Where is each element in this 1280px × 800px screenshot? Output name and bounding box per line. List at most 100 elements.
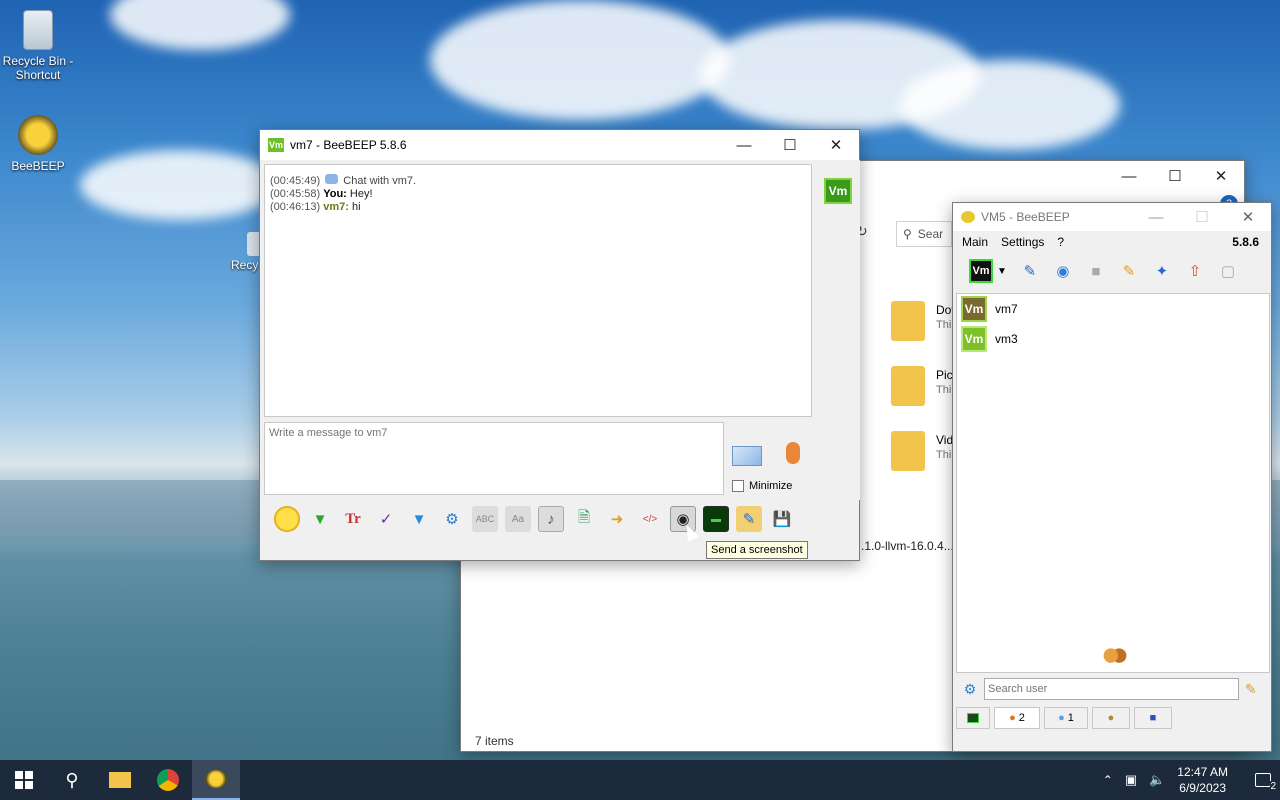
- send-button[interactable]: [732, 442, 764, 470]
- tab-files[interactable]: ■: [1134, 707, 1172, 729]
- color-picker-icon[interactable]: ✓: [373, 506, 399, 532]
- system-tray: ⌃ ▣ 🔈 12:47 AM 6/9/2023 2: [1103, 760, 1280, 800]
- desktop-icon-recycle-bin[interactable]: Recycle Bin - Shortcut: [0, 10, 76, 82]
- maximize-button[interactable]: ☐: [1152, 161, 1198, 191]
- menu-settings[interactable]: Settings: [1001, 235, 1044, 249]
- maximize-button[interactable]: ☐: [1179, 202, 1225, 232]
- clear-search-icon[interactable]: ✎: [1245, 681, 1257, 698]
- send-folder-icon[interactable]: ➜: [604, 506, 630, 532]
- music-note-icon[interactable]: ♪: [538, 506, 564, 532]
- window-title: VM5 - BeeBEEP: [981, 210, 1070, 224]
- beebeep-main-window[interactable]: VM5 - BeeBEEP — ☐ ✕ Main Settings ? 5.8.…: [952, 202, 1272, 752]
- app-avatar: Vm: [268, 138, 284, 152]
- tooltip: Send a screenshot: [706, 541, 808, 559]
- maximize-button[interactable]: ☐: [767, 130, 813, 160]
- menu-help[interactable]: ?: [1057, 235, 1064, 249]
- minimize-checkbox-row[interactable]: Minimize: [732, 480, 792, 492]
- quick-access-item[interactable]: Vid Thi: [891, 431, 953, 481]
- file-share-icon: ■: [1149, 712, 1157, 724]
- update-icon[interactable]: ⇧: [1182, 258, 1208, 284]
- recycle-bin-icon: [23, 10, 53, 50]
- user-list-item[interactable]: Vm vm3: [957, 324, 1269, 354]
- minimize-checkbox[interactable]: [732, 480, 744, 492]
- close-button[interactable]: ✕: [813, 130, 859, 160]
- quick-access-item[interactable]: Pic Thi: [891, 366, 953, 416]
- users-group-icon: [1101, 646, 1129, 670]
- bee-icon: [18, 115, 58, 155]
- item-sub: Thi: [936, 319, 952, 331]
- search-button[interactable]: ⚲: [48, 760, 96, 800]
- network-broadcast-icon[interactable]: ◉: [1050, 258, 1076, 284]
- users-icon: ●: [1009, 712, 1016, 724]
- tab-count: 1: [1067, 712, 1074, 724]
- green-chevron-icon[interactable]: ▼: [307, 506, 333, 532]
- clock[interactable]: 12:47 AM 6/9/2023: [1177, 764, 1228, 796]
- message-time: (00:46:13): [270, 201, 321, 213]
- desktop-icon-beebeep[interactable]: BeeBEEP: [0, 115, 76, 173]
- chat-window[interactable]: Vm vm7 - BeeBEEP 5.8.6 — ☐ ✕ (00:45:49) …: [259, 129, 860, 561]
- emoticon-icon[interactable]: [274, 506, 300, 532]
- desktop-icon-label: BeeBEEP: [11, 159, 65, 173]
- user-avatar[interactable]: Vm: [824, 178, 852, 204]
- version-label: 5.8.6: [1232, 235, 1259, 249]
- html-code-icon[interactable]: </>: [637, 506, 663, 532]
- font-icon[interactable]: Tr: [340, 506, 366, 532]
- chrome-icon: [157, 769, 179, 791]
- minimize-button[interactable]: —: [1133, 202, 1179, 232]
- send-file-icon[interactable]: 🗎: [571, 506, 597, 532]
- user-name: vm7: [995, 302, 1018, 316]
- spellcheck-icon[interactable]: ABC: [472, 506, 498, 532]
- explorer-search[interactable]: ⚲ Sear: [896, 221, 952, 247]
- status-dropdown-icon[interactable]: ▼: [997, 266, 1007, 277]
- save-icon[interactable]: 💾: [769, 506, 795, 532]
- chrome-button[interactable]: [144, 760, 192, 800]
- chat-history[interactable]: (00:45:49) Chat with vm7. (00:45:58) You…: [264, 164, 812, 417]
- compose-icon[interactable]: ✎: [1116, 258, 1142, 284]
- user-list-item[interactable]: Vm vm7: [957, 294, 1269, 324]
- start-button[interactable]: [0, 760, 48, 800]
- screen-share-icon[interactable]: ▬: [703, 506, 729, 532]
- minimize-button[interactable]: —: [721, 130, 767, 160]
- trash-icon[interactable]: ▢: [1215, 258, 1241, 284]
- minimize-label: Minimize: [749, 480, 793, 492]
- send-mail-icon: [732, 446, 762, 466]
- gear-icon[interactable]: ⚙: [956, 681, 984, 698]
- folder-pictures-icon: [891, 366, 925, 406]
- text-format-icon[interactable]: Aa: [505, 506, 531, 532]
- quick-access-item[interactable]: Dov Thi: [891, 301, 957, 351]
- chevron-up-icon[interactable]: ⌃: [1103, 773, 1113, 787]
- file-explorer-button[interactable]: [96, 760, 144, 800]
- voice-message-button[interactable]: [780, 442, 806, 472]
- message-input[interactable]: [264, 422, 724, 495]
- tab-groups[interactable]: ●: [1092, 707, 1130, 729]
- search-user-input[interactable]: [984, 678, 1239, 700]
- user-avatar: Vm: [961, 296, 987, 322]
- status-bar-text: 7 items: [475, 734, 514, 748]
- tab-users[interactable]: ● 2: [994, 707, 1040, 729]
- my-status-avatar[interactable]: Vm: [969, 259, 993, 283]
- file-name-text[interactable]: .1.0-llvm-16.0.4...: [861, 539, 954, 553]
- notification-center[interactable]: 2: [1246, 760, 1280, 800]
- taskbar: ⚲ ⌃ ▣ 🔈 12:47 AM 6/9/2023 2: [0, 760, 1280, 800]
- explorer-search-placeholder: Sear: [917, 227, 944, 241]
- settings-gear-icon[interactable]: ⚙: [439, 506, 465, 532]
- menu-main[interactable]: Main: [962, 235, 988, 249]
- close-button[interactable]: ✕: [1198, 161, 1244, 191]
- volume-muted-icon[interactable]: 🔈: [1149, 772, 1165, 788]
- filter-icon[interactable]: ▼: [406, 506, 432, 532]
- chat-bubble-icon: [325, 174, 339, 184]
- beebeep-taskbar-button[interactable]: [192, 760, 240, 800]
- tab-chats[interactable]: ● 1: [1044, 707, 1088, 729]
- network-icon[interactable]: ▣: [1125, 772, 1137, 788]
- message-text: Chat with vm7.: [343, 175, 417, 187]
- groups-icon[interactable]: ■: [1083, 258, 1109, 284]
- minimize-button[interactable]: —: [1106, 161, 1152, 191]
- tools-icon[interactable]: ✦: [1149, 258, 1175, 284]
- item-sub: Thi: [936, 384, 952, 396]
- close-button[interactable]: ✕: [1225, 202, 1271, 232]
- bee-icon: [961, 211, 975, 223]
- message-time: (00:45:49): [270, 175, 321, 187]
- tab-network[interactable]: [956, 707, 990, 729]
- edit-profile-icon[interactable]: ✎: [1017, 258, 1043, 284]
- notes-icon[interactable]: ✎: [736, 506, 762, 532]
